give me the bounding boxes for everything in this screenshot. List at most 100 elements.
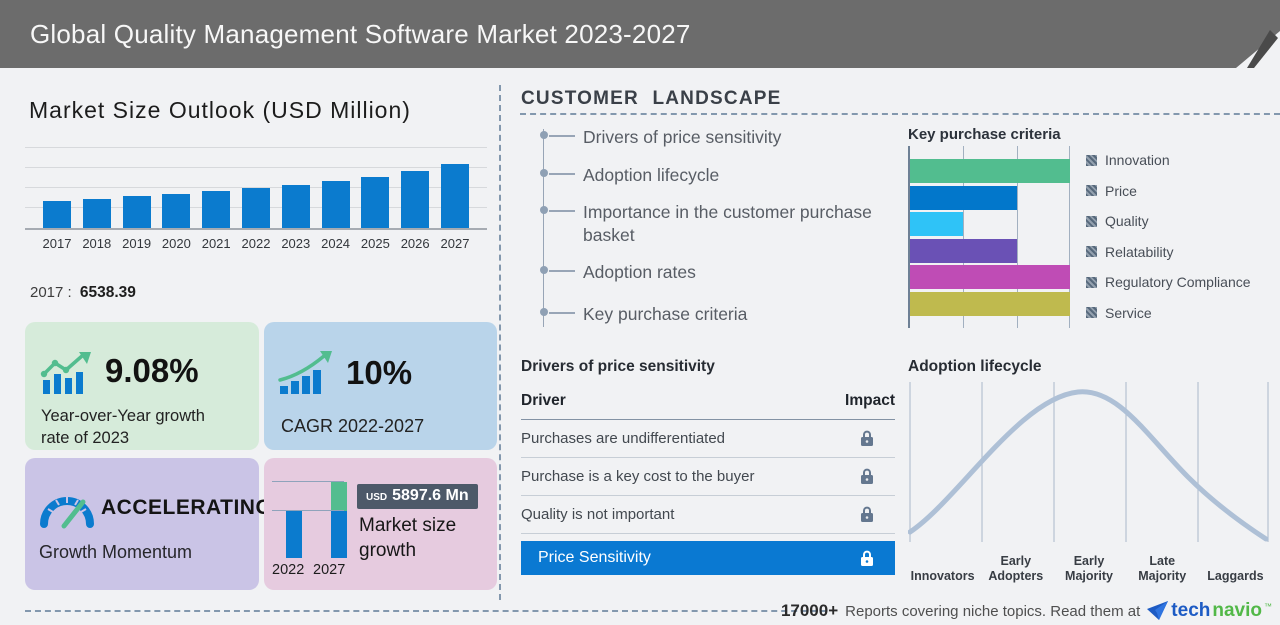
mini-bar-growth-2027	[331, 482, 347, 511]
mini-bar-2022	[286, 511, 302, 558]
legend-label: Service	[1105, 305, 1152, 321]
market-size-bar	[162, 194, 190, 228]
legend-item: Regulatory Compliance	[1086, 275, 1251, 289]
bar-column-2018	[81, 148, 113, 228]
bar-column-2026	[399, 148, 431, 228]
highlight-label: Price Sensitivity	[538, 549, 651, 567]
market-size-bar	[83, 199, 111, 228]
kpc-row	[910, 159, 1070, 183]
drivers-table: Driver Impact Purchases are undifferenti…	[521, 392, 895, 575]
year-tick-label: 2022	[240, 236, 272, 251]
base-year-value: 2017 : 6538.39	[30, 284, 136, 302]
legend-swatch-icon	[1086, 246, 1097, 257]
infographic-page: Global Quality Management Software Marke…	[0, 0, 1280, 624]
market-growth-card: 2022 2027 USD 5897.6 Mn Market size grow…	[264, 458, 497, 590]
market-size-bar	[441, 164, 469, 228]
trademark-symbol: ™	[1264, 602, 1272, 611]
kpc-bar-innovation	[910, 159, 1070, 183]
legend-swatch-icon	[1086, 307, 1097, 318]
adoption-lifecycle-title: Adoption lifecycle	[908, 358, 1042, 376]
year-tick-label: 2027	[439, 236, 471, 251]
kpc-bar-service	[910, 292, 1070, 316]
year-tick-label: 2019	[121, 236, 153, 251]
key-purchase-criteria-bars	[910, 159, 1070, 316]
stage-label: Innovators	[906, 545, 979, 583]
customer-landscape-list: Drivers of price sensitivity Adoption li…	[543, 120, 913, 330]
legend-label: Regulatory Compliance	[1105, 274, 1251, 290]
table-row: Purchase is a key cost to the buyer	[521, 458, 895, 496]
technavio-arrow-icon	[1147, 601, 1169, 621]
legend-swatch-icon	[1086, 155, 1097, 166]
currency-label: USD	[366, 492, 387, 503]
legend-item: Innovation	[1086, 153, 1251, 167]
kpc-row	[910, 212, 1070, 236]
year-tick-label: 2023	[280, 236, 312, 251]
market-size-bars	[25, 148, 487, 228]
table-row: Purchases are undifferentiated	[521, 420, 895, 458]
year-label: 2022	[272, 562, 313, 578]
year-label: 2027	[313, 562, 354, 578]
bar-column-2027	[439, 148, 471, 228]
stage-label: Early Majority	[1052, 545, 1125, 583]
footer-dashed-line	[25, 610, 827, 612]
market-size-bar	[123, 196, 151, 228]
kpc-row	[910, 239, 1070, 263]
growth-mini-years: 2022 2027	[272, 562, 354, 578]
gridline	[272, 510, 344, 511]
list-item: Drivers of price sensitivity	[543, 126, 903, 149]
lock-icon	[839, 550, 895, 567]
bar-column-2022	[240, 148, 272, 228]
legend-item: Price	[1086, 184, 1251, 198]
gridline	[272, 481, 344, 482]
lock-icon	[839, 506, 895, 523]
technavio-logo: technavio ™	[1147, 600, 1272, 622]
year-tick-label: 2024	[320, 236, 352, 251]
market-size-year-axis: 2017201820192020202120222023202420252026…	[25, 236, 487, 251]
column-header-impact: Impact	[845, 392, 895, 410]
bar-column-2025	[359, 148, 391, 228]
legend-swatch-icon	[1086, 185, 1097, 196]
footer: 17000+ Reports covering niche topics. Re…	[781, 597, 1272, 625]
growth-label: Market size growth	[359, 514, 479, 563]
base-year-label: 2017 :	[30, 284, 72, 301]
list-item: Key purchase criteria	[543, 303, 903, 326]
legend-swatch-icon	[1086, 277, 1097, 288]
legend-label: Quality	[1105, 213, 1149, 229]
adoption-lifecycle-curve	[908, 382, 1270, 545]
market-size-bar	[242, 188, 270, 228]
legend-item: Quality	[1086, 214, 1251, 228]
base-year-number: 6538.39	[80, 284, 136, 301]
page-curl-decoration	[1234, 28, 1280, 68]
kpc-bar-regulatory-compliance	[910, 265, 1070, 289]
momentum-card: ACCELERATING Growth Momentum	[25, 458, 259, 590]
key-purchase-criteria-chart	[908, 146, 1070, 328]
bar-column-2017	[41, 148, 73, 228]
year-tick-label: 2025	[359, 236, 391, 251]
bar-column-2024	[320, 148, 352, 228]
kpc-bar-relatability	[910, 239, 1017, 263]
key-purchase-criteria-legend: Innovation Price Quality Relatability Re…	[1086, 153, 1251, 320]
title-bar: Global Quality Management Software Marke…	[0, 0, 1280, 68]
driver-label: Quality is not important	[521, 506, 674, 523]
kpc-row	[910, 186, 1070, 210]
year-tick-label: 2020	[160, 236, 192, 251]
momentum-label: Growth Momentum	[39, 542, 192, 563]
legend-item: Service	[1086, 306, 1251, 320]
cagr-value: 10%	[346, 354, 412, 392]
customer-landscape-title: CUSTOMER LANDSCAPE	[521, 88, 782, 110]
bar-column-2021	[200, 148, 232, 228]
legend-label: Innovation	[1105, 152, 1170, 168]
key-purchase-criteria-title: Key purchase criteria	[908, 126, 1061, 143]
year-tick-label: 2017	[41, 236, 73, 251]
column-header-driver: Driver	[521, 392, 566, 410]
stage-label: Late Majority	[1126, 545, 1199, 583]
dashed-underline	[520, 113, 1280, 115]
kpc-bar-price	[910, 186, 1017, 210]
kpc-row	[910, 292, 1070, 316]
bar-column-2020	[160, 148, 192, 228]
driver-label: Purchases are undifferentiated	[521, 430, 725, 447]
year-tick-label: 2021	[200, 236, 232, 251]
report-count: 17000+	[781, 601, 838, 621]
growth-trend-icon	[278, 350, 336, 396]
page-title: Global Quality Management Software Marke…	[30, 0, 691, 68]
